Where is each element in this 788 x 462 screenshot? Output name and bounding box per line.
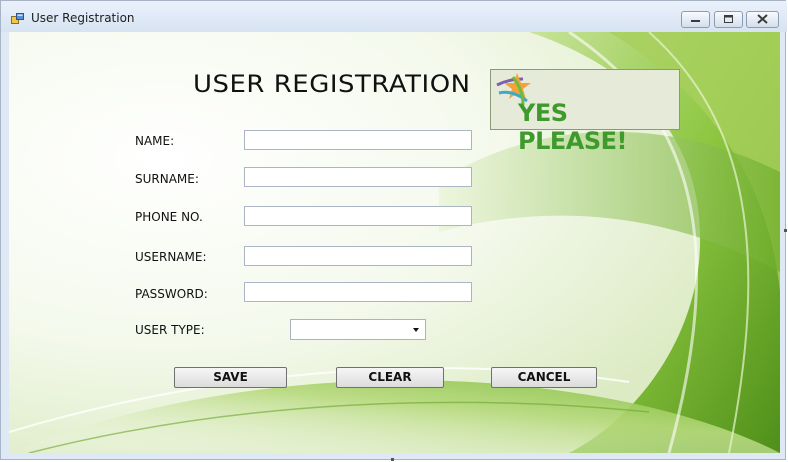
password-input[interactable] [244,282,472,302]
user-type-label: USER TYPE: [135,323,205,337]
username-input[interactable] [244,246,472,266]
app-icon [11,13,24,24]
resize-handle-right[interactable] [784,229,787,232]
username-label: USERNAME: [135,250,207,264]
resize-handle-bottom[interactable] [391,458,394,461]
surname-input[interactable] [244,167,472,187]
minimize-button[interactable] [681,11,710,28]
cancel-button[interactable]: CANCEL [491,367,597,388]
close-icon [757,14,768,24]
minimize-icon [691,20,700,22]
page-title: USER REGISTRATION [193,70,471,98]
name-label: NAME: [135,134,175,148]
chevron-down-icon[interactable] [413,328,419,332]
password-label: PASSWORD: [135,287,208,301]
title-bar[interactable]: User Registration [1,1,787,32]
surname-label: SURNAME: [135,172,199,186]
phone-input[interactable] [244,206,472,226]
registration-window: User Registration USER REGISTRATION YES … [0,0,787,460]
window-title: User Registration [31,11,135,25]
maximize-button[interactable] [714,11,743,28]
name-input[interactable] [244,130,472,150]
logo-text: YES PLEASE! [518,99,627,155]
user-type-dropdown[interactable] [290,319,426,340]
form-area: USER REGISTRATION YES PLEASE! NAME: SURN… [9,32,780,453]
phone-label: PHONE NO. [135,210,203,224]
maximize-icon [724,15,733,23]
clear-button[interactable]: CLEAR [336,367,444,388]
logo: YES PLEASE! [490,69,680,155]
close-button[interactable] [746,11,779,28]
save-button[interactable]: SAVE [174,367,287,388]
